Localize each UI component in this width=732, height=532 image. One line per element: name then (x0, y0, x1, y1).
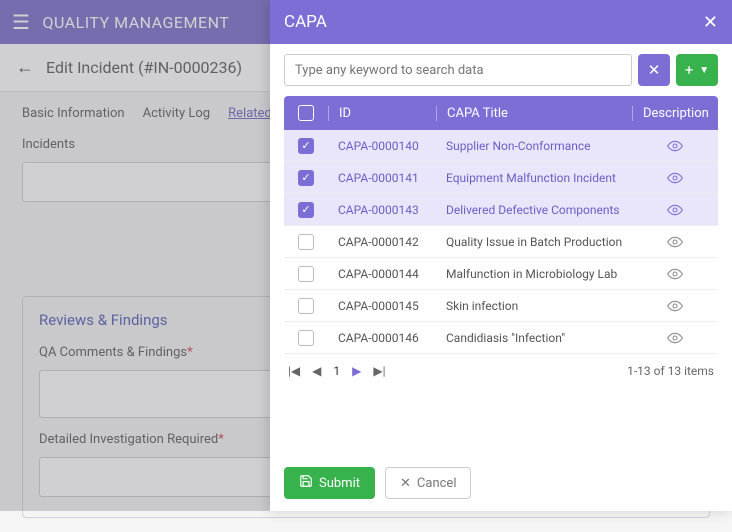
table-header: ID CAPA Title Description (284, 96, 718, 130)
cancel-button[interactable]: ✕ Cancel (385, 467, 471, 499)
view-icon[interactable] (632, 204, 718, 216)
column-id[interactable]: ID (328, 106, 436, 121)
panel-header: CAPA ✕ (270, 0, 732, 44)
table-row[interactable]: CAPA-0000142Quality Issue in Batch Produ… (284, 226, 718, 258)
row-checkbox-cell (284, 330, 328, 346)
table-row[interactable]: CAPA-0000144Malfunction in Microbiology … (284, 258, 718, 290)
panel-footer: Submit ✕ Cancel (270, 455, 732, 511)
row-title: Supplier Non-Conformance (436, 139, 632, 153)
column-capa-title[interactable]: CAPA Title (436, 106, 632, 121)
plus-icon: + (685, 61, 694, 79)
select-all-checkbox[interactable] (298, 105, 314, 121)
clear-search-button[interactable]: ✕ (638, 54, 670, 86)
table-body: ✓ CAPA-0000140Supplier Non-Conformance ✓ CA… (284, 130, 718, 354)
row-id: CAPA-0000143 (328, 203, 436, 217)
row-checkbox-cell: ✓ (284, 170, 328, 186)
row-checkbox[interactable]: ✓ (298, 138, 314, 154)
row-id: CAPA-0000144 (328, 267, 436, 281)
view-icon[interactable] (632, 300, 718, 312)
row-checkbox[interactable]: ✓ (298, 170, 314, 186)
view-icon[interactable] (632, 268, 718, 280)
table-row[interactable]: CAPA-0000146Candidiasis "Infection" (284, 322, 718, 354)
row-id: CAPA-0000141 (328, 171, 436, 185)
panel-title: CAPA (284, 12, 327, 32)
row-checkbox[interactable]: ✓ (298, 202, 314, 218)
table-row[interactable]: ✓ CAPA-0000140Supplier Non-Conformance (284, 130, 718, 162)
close-icon[interactable]: ✕ (703, 12, 718, 33)
row-title: Candidiasis "Infection" (436, 331, 632, 345)
panel-toolbar: ✕ + ▼ (270, 44, 732, 96)
cancel-label: Cancel (417, 476, 457, 491)
pager-nav: |◀ ◀ 1 ▶ ▶| (288, 364, 386, 378)
search-input[interactable] (284, 54, 632, 86)
pager-current-page: 1 (333, 364, 340, 378)
row-checkbox-cell: ✓ (284, 138, 328, 154)
pager-prev-icon[interactable]: ◀ (312, 364, 321, 378)
row-checkbox-cell: ✓ (284, 202, 328, 218)
pager-last-icon[interactable]: ▶| (373, 364, 385, 378)
submit-button[interactable]: Submit (284, 467, 375, 499)
row-checkbox[interactable] (298, 234, 314, 250)
table-row[interactable]: ✓ CAPA-0000141Equipment Malfunction Incid… (284, 162, 718, 194)
row-checkbox[interactable] (298, 298, 314, 314)
view-icon[interactable] (632, 236, 718, 248)
row-id: CAPA-0000145 (328, 299, 436, 313)
row-title: Malfunction in Microbiology Lab (436, 267, 632, 281)
row-checkbox-cell (284, 234, 328, 250)
chevron-down-icon: ▼ (699, 65, 709, 76)
header-checkbox-cell (284, 105, 328, 121)
row-checkbox-cell (284, 266, 328, 282)
view-icon[interactable] (632, 172, 718, 184)
column-description[interactable]: Description (632, 106, 718, 121)
pager-first-icon[interactable]: |◀ (288, 364, 300, 378)
row-title: Quality Issue in Batch Production (436, 235, 632, 249)
view-icon[interactable] (632, 332, 718, 344)
save-icon (299, 474, 313, 492)
row-checkbox[interactable] (298, 330, 314, 346)
pager: |◀ ◀ 1 ▶ ▶| 1-13 of 13 items (270, 354, 732, 388)
add-button[interactable]: + ▼ (676, 54, 718, 86)
table-row[interactable]: ✓ CAPA-0000143Delivered Defective Compone… (284, 194, 718, 226)
pager-summary: 1-13 of 13 items (627, 364, 714, 378)
row-title: Equipment Malfunction Incident (436, 171, 632, 185)
pager-next-icon[interactable]: ▶ (352, 364, 361, 378)
table-row[interactable]: CAPA-0000145Skin infection (284, 290, 718, 322)
row-checkbox-cell (284, 298, 328, 314)
capa-table: ID CAPA Title Description ✓CAPA-0000140S… (270, 96, 732, 354)
row-title: Skin infection (436, 299, 632, 313)
capa-panel: CAPA ✕ ✕ + ▼ ID CAPA Title Description ✓… (270, 0, 732, 511)
row-id: CAPA-0000146 (328, 331, 436, 345)
cancel-icon: ✕ (400, 476, 411, 491)
view-icon[interactable] (632, 140, 718, 152)
submit-label: Submit (319, 476, 360, 491)
row-checkbox[interactable] (298, 266, 314, 282)
row-id: CAPA-0000142 (328, 235, 436, 249)
row-id: CAPA-0000140 (328, 139, 436, 153)
row-title: Delivered Defective Components (436, 203, 632, 217)
